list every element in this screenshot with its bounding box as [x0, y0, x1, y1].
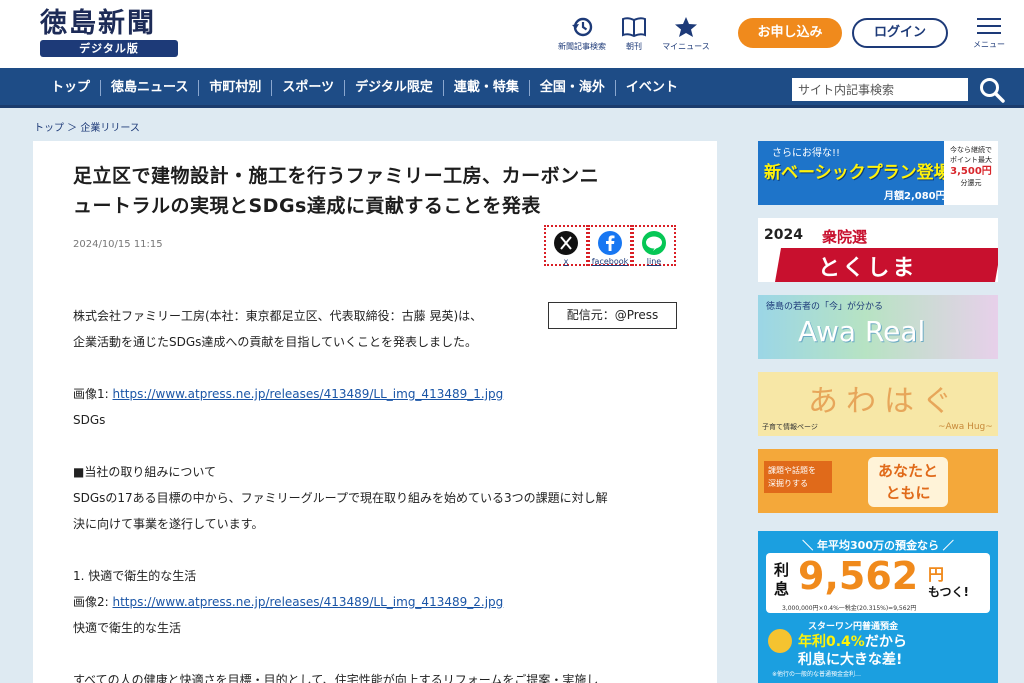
- body-line: [73, 355, 685, 381]
- article-card: 足立区で建物設計・施工を行うファミリー工房、カーボンニ ュートラルの実現とSDG…: [33, 141, 717, 683]
- site-search-input[interactable]: [792, 78, 968, 101]
- body-line: 企業活動を通じたSDGs達成への貢献を目指していくことを発表しました。: [73, 335, 478, 349]
- nav-item-top[interactable]: トップ: [40, 80, 100, 96]
- body-line: 株式会社ファミリー工房(本社：東京都足立区、代表取締役：古藤 晃英)は、: [73, 309, 483, 323]
- nav-item-digital[interactable]: デジタル限定: [344, 80, 443, 96]
- ad-star-one-deposit[interactable]: ＼ 年平均300万の預金なら ／ 利息 9,562 円 もつく! 3,000,0…: [758, 531, 998, 683]
- body-line: SDGsの17ある目標の中から、ファミリーグループで現在取り組みを始めている3つ…: [73, 491, 608, 505]
- nav-item-events[interactable]: イベント: [614, 80, 688, 96]
- article-date: 2024/10/15 11:15: [73, 239, 163, 250]
- body-line: [73, 433, 685, 459]
- share-x-label: x: [563, 257, 569, 266]
- facebook-logo-icon: [598, 231, 622, 255]
- nav-item-sports[interactable]: スポーツ: [271, 80, 344, 96]
- mynews-label: マイニュース: [662, 42, 710, 51]
- body-line: [73, 641, 685, 667]
- star-icon: [675, 17, 697, 37]
- body-line: 決に向けて事業を遂行しています。: [73, 517, 264, 531]
- login-button[interactable]: ログイン: [852, 18, 948, 48]
- logo-title: 徳島新聞: [40, 8, 156, 39]
- mynews-button[interactable]: マイニュース: [654, 16, 718, 52]
- share-line-label: line: [646, 257, 662, 266]
- nav-item-series[interactable]: 連載・特集: [442, 80, 529, 96]
- nav-item-municipality[interactable]: 市町村別: [198, 80, 271, 96]
- coin-icon: [768, 629, 792, 653]
- book-icon: [622, 17, 646, 38]
- share-facebook-label: facebook: [591, 257, 629, 266]
- main-nav: トップ 徳島ニュース 市町村別 スポーツ デジタル限定 連載・特集 全国・海外 …: [0, 68, 1024, 108]
- body-line: SDGs: [73, 413, 106, 427]
- body-line: 快適で衛生的な生活: [73, 621, 182, 635]
- nav-item-tokushima-news[interactable]: 徳島ニュース: [100, 80, 198, 96]
- body-line: ■当社の取り組みについて: [73, 465, 216, 479]
- ad-anata-to-tomoni[interactable]: 課題や話題を 深掘りする あなたと ともに: [758, 449, 998, 513]
- x-logo-icon: [554, 231, 578, 255]
- site-header: 徳島新聞 デジタル版 新聞記事検索 朝刊 マイニュース お申し込み ログイン メ…: [0, 0, 1024, 68]
- apply-button[interactable]: お申し込み: [738, 18, 842, 48]
- menu-button[interactable]: メニュー: [968, 18, 1010, 50]
- body-line: [73, 537, 685, 563]
- search-icon: [980, 78, 1005, 103]
- ad-awa-hug[interactable]: あわはぐ 子育て情報ページ ~Awa Hug~: [758, 372, 998, 436]
- menu-label: メニュー: [973, 40, 1005, 49]
- body-line: 1. 快適で衛生的な生活: [73, 569, 197, 583]
- search-button[interactable]: [978, 76, 1006, 104]
- line-logo-icon: [642, 231, 666, 255]
- nav-item-national[interactable]: 全国・海外: [528, 80, 615, 96]
- ad-awa-real[interactable]: 徳島の若者の「今」が分かる Awa Real: [758, 295, 998, 359]
- image-link[interactable]: https://www.atpress.ne.jp/releases/41348…: [113, 595, 504, 609]
- article-body: 株式会社ファミリー工房(本社：東京都足立区、代表取締役：古藤 晃英)は、 企業活…: [73, 303, 685, 683]
- image-link-line: 画像1: https://www.atpress.ne.jp/releases/…: [73, 387, 504, 401]
- article-title: 足立区で建物設計・施工を行うファミリー工房、カーボンニ ュートラルの実現とSDG…: [73, 165, 600, 217]
- hamburger-icon: [968, 18, 1010, 34]
- breadcrumb[interactable]: トップ ＞ 企業リリース: [34, 119, 140, 134]
- image-link-line: 画像2: https://www.atpress.ne.jp/releases/…: [73, 595, 504, 609]
- ad-election[interactable]: 2024 衆院選 とくしま: [758, 218, 998, 282]
- share-line-button[interactable]: line: [632, 225, 676, 266]
- image-link[interactable]: https://www.atpress.ne.jp/releases/41348…: [113, 387, 504, 401]
- history-icon: [572, 17, 593, 37]
- ad-basic-plan[interactable]: さらにお得な!! 新ベーシックプラン登場!! 月額2,080円 今なら継続で ポ…: [758, 141, 998, 205]
- share-facebook-button[interactable]: facebook: [588, 225, 632, 266]
- site-logo[interactable]: 徳島新聞 デジタル版: [40, 8, 180, 57]
- logo-subtitle: デジタル版: [40, 40, 178, 57]
- body-line: すべての人の健康と快適さを目標・目的として、住宅性能が向上するリフォームをご提案…: [73, 673, 599, 683]
- share-x-button[interactable]: x: [544, 225, 588, 266]
- ad-point-badge: 今なら継続で ポイント最大 3,500円 分還元: [944, 141, 998, 205]
